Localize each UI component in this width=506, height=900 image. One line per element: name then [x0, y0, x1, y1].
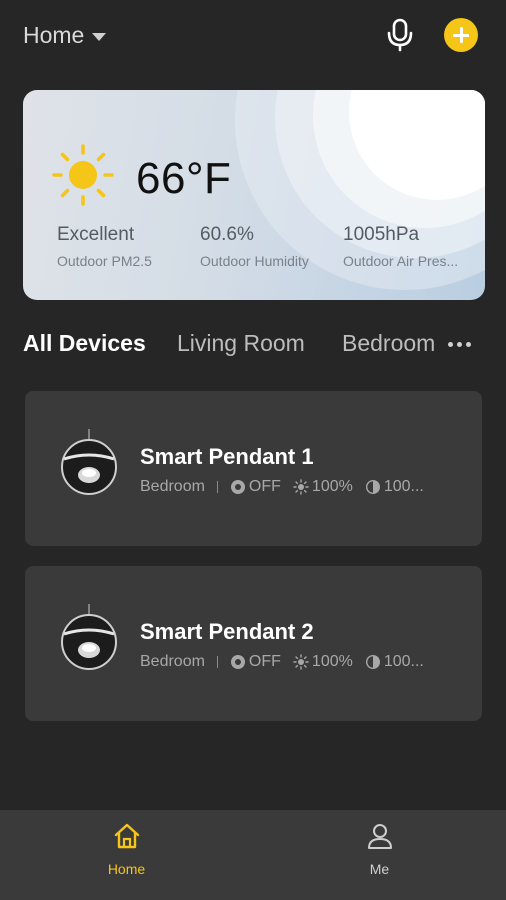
nav-home[interactable]: Home [0, 810, 253, 900]
sun-icon [52, 144, 114, 206]
nav-label: Me [369, 861, 390, 877]
device-meta: Bedroom OFF 100% 100... [140, 478, 436, 496]
color-temp-value: 100... [383, 478, 424, 495]
device-room: Bedroom [140, 478, 205, 495]
temperature-value: 66°F [136, 154, 232, 203]
user-icon [368, 824, 392, 849]
divider [216, 656, 218, 668]
power-value: OFF [248, 653, 281, 670]
tab-all-devices[interactable]: All Devices [23, 330, 146, 357]
stat-label: Outdoor Humidity [200, 253, 309, 269]
brightness-status: 100% [293, 653, 353, 671]
device-card[interactable]: Smart Pendant 2 Bedroom OFF 100% 100... [25, 566, 482, 721]
brightness-icon [293, 479, 309, 495]
stat-label: Outdoor Air Pres... [343, 253, 459, 269]
microphone-icon[interactable] [384, 18, 416, 52]
stat-humidity: 60.6% Outdoor Humidity [200, 224, 309, 269]
stat-value: 60.6% [200, 224, 254, 245]
divider [216, 481, 218, 493]
color-temp-status: 100... [365, 653, 424, 671]
caret-down-icon [92, 32, 107, 41]
device-name: Smart Pendant 1 [140, 444, 314, 469]
nav-label: Home [107, 861, 146, 877]
bottom-nav: Home Me [0, 810, 506, 900]
tab-living-room[interactable]: Living Room [177, 330, 305, 357]
top-bar: Home [0, 0, 506, 72]
stat-pm25: Excellent Outdoor PM2.5 [57, 224, 152, 269]
brightness-status: 100% [293, 478, 353, 496]
room-tabs: All Devices Living Room Bedroom [23, 330, 443, 362]
home-selector[interactable]: Home [23, 22, 107, 49]
power-status: OFF [230, 478, 281, 496]
stat-label: Outdoor PM2.5 [57, 253, 152, 269]
power-icon [230, 655, 245, 669]
power-icon [230, 480, 245, 494]
device-card[interactable]: Smart Pendant 1 Bedroom OFF 100% 100... [25, 391, 482, 546]
brightness-value: 100% [311, 653, 353, 670]
stat-value: Excellent [57, 224, 135, 245]
device-meta: Bedroom OFF 100% 100... [140, 653, 436, 671]
nav-me[interactable]: Me [253, 810, 506, 900]
pendant-lamp-icon [61, 604, 117, 670]
power-value: OFF [248, 478, 281, 495]
tab-bedroom[interactable]: Bedroom [342, 330, 435, 357]
color-temp-status: 100... [365, 478, 424, 496]
device-name: Smart Pendant 2 [140, 619, 314, 644]
brightness-icon [293, 654, 309, 670]
color-temp-value: 100... [383, 653, 424, 670]
home-icon [114, 823, 140, 849]
stat-value: 1005hPa [343, 224, 420, 245]
add-icon[interactable] [444, 18, 478, 52]
weather-card: 66°F Excellent Outdoor PM2.5 60.6% Outdo… [23, 90, 485, 300]
color-temp-icon [365, 479, 380, 495]
power-status: OFF [230, 653, 281, 671]
pendant-lamp-icon [61, 429, 117, 495]
color-temp-icon [365, 654, 380, 670]
device-room: Bedroom [140, 653, 205, 670]
stat-air-pressure: 1005hPa Outdoor Air Pres... [343, 224, 471, 269]
home-title: Home [23, 22, 85, 48]
more-dots-icon[interactable] [448, 340, 476, 348]
brightness-value: 100% [311, 478, 353, 495]
